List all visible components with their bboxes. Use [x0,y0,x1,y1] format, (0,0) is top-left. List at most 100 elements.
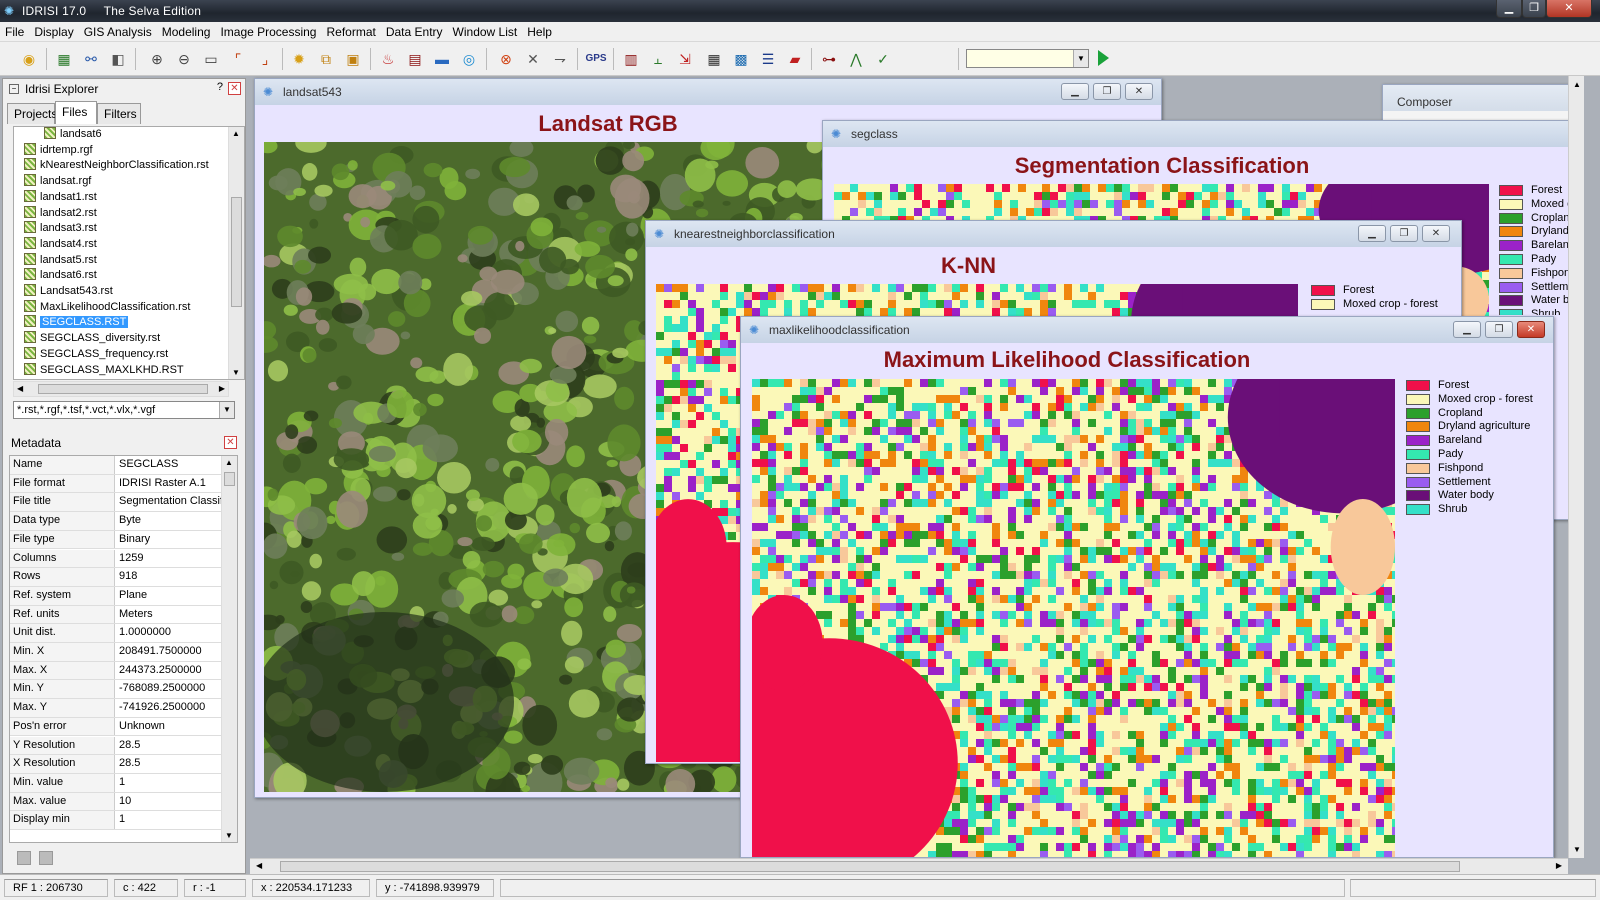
file-item[interactable]: Landsat543.rst [24,284,239,300]
menu-display[interactable]: Display [29,22,78,39]
window-titlebar[interactable]: ✺ segclass [823,121,1568,147]
minimize-button[interactable]: ▁ [1358,225,1386,242]
macro-icon[interactable]: ⊶ [818,48,840,70]
tab-projects[interactable]: Projects [7,103,57,124]
digitize-icon[interactable]: ⧉ [315,48,337,70]
scroll-thumb[interactable] [224,472,235,486]
scroll-up-icon[interactable]: ▲ [1573,80,1581,89]
zoom-window-icon[interactable]: ▭ [200,48,222,70]
window-titlebar[interactable]: ✺ knearestneighborclassification ▁ ❐ ✕ [646,221,1461,247]
help-icon[interactable]: ? [217,81,223,93]
file-list-scrollbar[interactable]: ▲ ▼ [228,127,244,379]
window-maxlik[interactable]: ✺ maxlikelihoodclassification ▁ ❐ ✕ Maxi… [740,316,1554,858]
explorer-close-icon[interactable]: ✕ [228,82,241,95]
metadata-scrollbar[interactable]: ▲ ▼ [221,456,237,842]
database-icon[interactable]: ▤ [404,48,426,70]
file-item[interactable]: SEGCLASS.RST [24,315,239,331]
file-list[interactable]: landsat6 idrtemp.rgf kNearestNeighborClass… [13,126,245,380]
run-icon[interactable] [1098,50,1109,66]
workspace-vscroll[interactable]: ▲ ▼ [1568,76,1584,858]
file-list-hscroll[interactable]: ◀ ▶ [13,381,229,397]
maximize-button[interactable]: ❐ [1485,321,1513,338]
file-item[interactable]: SEGCLASS_MAXLKHD.RST [24,362,239,379]
file-item[interactable]: landsat3.rst [24,221,239,237]
chevron-down-icon[interactable]: ▼ [1073,50,1088,67]
tool-icon[interactable]: ♨ [377,48,399,70]
model-icon[interactable]: ⋀ [845,48,867,70]
zoom-in-icon[interactable]: ⊕ [146,48,168,70]
window-titlebar[interactable]: ✺ maxlikelihoodclassification ▁ ❐ ✕ [741,317,1553,343]
query-icon[interactable]: ✹ [288,48,310,70]
profile-icon[interactable]: ⫠ [647,48,669,70]
target-icon[interactable]: ⊗ [495,48,517,70]
scroll-down-icon[interactable]: ▼ [232,368,240,377]
scroll-down-icon[interactable]: ▼ [225,831,233,840]
scroll-up-icon[interactable]: ▲ [232,129,240,138]
hscroll-thumb[interactable] [280,861,1460,872]
zoom-out-icon[interactable]: ⊖ [173,48,195,70]
pan-icon[interactable]: ⌜ [227,48,249,70]
close-button[interactable]: ✕ [1422,225,1450,242]
scroll-right-icon[interactable]: ▶ [219,384,225,393]
metadata-save-icon[interactable] [17,851,31,865]
globe-icon[interactable]: ◎ [458,48,480,70]
scroll-thumb[interactable] [231,197,242,307]
export-icon[interactable]: ⇲ [674,48,696,70]
grid-icon[interactable]: ▩ [730,48,752,70]
file-item[interactable]: landsat6.rst [24,268,239,284]
menu-help[interactable]: Help [522,22,557,39]
maximize-button[interactable]: ❐ [1093,83,1121,100]
minimize-button[interactable]: ▁ [1061,83,1089,100]
maximize-button[interactable]: ❐ [1390,225,1418,242]
menu-gis-analysis[interactable]: GIS Analysis [79,22,157,39]
histogram-icon[interactable]: ▥ [620,48,642,70]
open-icon[interactable]: ◉ [18,48,40,70]
scroll-left-icon[interactable]: ◀ [256,861,262,870]
file-filter-combo[interactable]: *.rst,*.rgf,*.tsf,*.vct,*.vlx,*.vgf ▼ [13,401,235,419]
close-button[interactable]: ✕ [1125,83,1153,100]
window-titlebar[interactable]: Composer [1383,85,1568,111]
list-icon[interactable]: ☰ [757,48,779,70]
tab-files[interactable]: Files [55,101,97,124]
minimize-button[interactable]: ▁ [1496,0,1522,18]
scroll-down-icon[interactable]: ▼ [1573,845,1581,854]
display-icon[interactable]: ▦ [53,48,75,70]
file-item[interactable]: landsat2.rst [24,205,239,222]
palette-icon[interactable]: ▣ [342,48,364,70]
restore-button[interactable]: ❐ [1522,0,1546,18]
select-icon[interactable]: ⇁ [549,48,571,70]
collapse-icon[interactable]: − [9,84,19,94]
metadata-close-icon[interactable]: ✕ [224,436,237,449]
scale-icon[interactable]: ▬ [431,48,453,70]
menu-modeling[interactable]: Modeling [157,22,216,39]
file-item[interactable]: SEGCLASS_frequency.rst [24,346,239,363]
layer-icon[interactable]: ◧ [107,48,129,70]
tools-icon[interactable]: ✕ [522,48,544,70]
menu-data-entry[interactable]: Data Entry [381,22,448,39]
close-button[interactable]: ✕ [1517,321,1545,338]
workspace-hscroll[interactable]: ◀ ▶ [250,858,1568,874]
file-item[interactable]: landsat.rgf [24,174,239,190]
composer-icon[interactable]: ⚯ [80,48,102,70]
scroll-left-icon[interactable]: ◀ [17,384,23,393]
toolbar-combo[interactable]: ▼ [966,49,1089,68]
close-button[interactable]: ✕ [1546,0,1592,18]
menu-image-processing[interactable]: Image Processing [215,22,321,39]
file-item[interactable]: kNearestNeighborClassification.rst [24,158,239,174]
file-item[interactable]: landsat1.rst [24,189,239,206]
file-item[interactable]: MaxLikelihoodClassification.rst [24,299,239,316]
file-item[interactable]: landsat5.rst [24,252,239,269]
eraser-icon[interactable]: ▰ [784,48,806,70]
menu-file[interactable]: File [0,22,29,39]
scroll-right-icon[interactable]: ▶ [1556,861,1562,870]
hscroll-thumb[interactable] [38,384,208,394]
minimize-button[interactable]: ▁ [1453,321,1481,338]
file-item[interactable]: idrtemp.rgf [24,142,239,159]
window-titlebar[interactable]: ✺ landsat543 ▁ ❐ ✕ [255,79,1161,105]
gps-icon[interactable]: GPS [585,48,607,70]
menu-reformat[interactable]: Reformat [321,22,380,39]
tab-filters[interactable]: Filters [97,103,141,124]
menu-window-list[interactable]: Window List [448,22,523,39]
file-item[interactable]: landsat4.rst [24,236,239,253]
graph-icon[interactable]: ✓ [872,48,894,70]
